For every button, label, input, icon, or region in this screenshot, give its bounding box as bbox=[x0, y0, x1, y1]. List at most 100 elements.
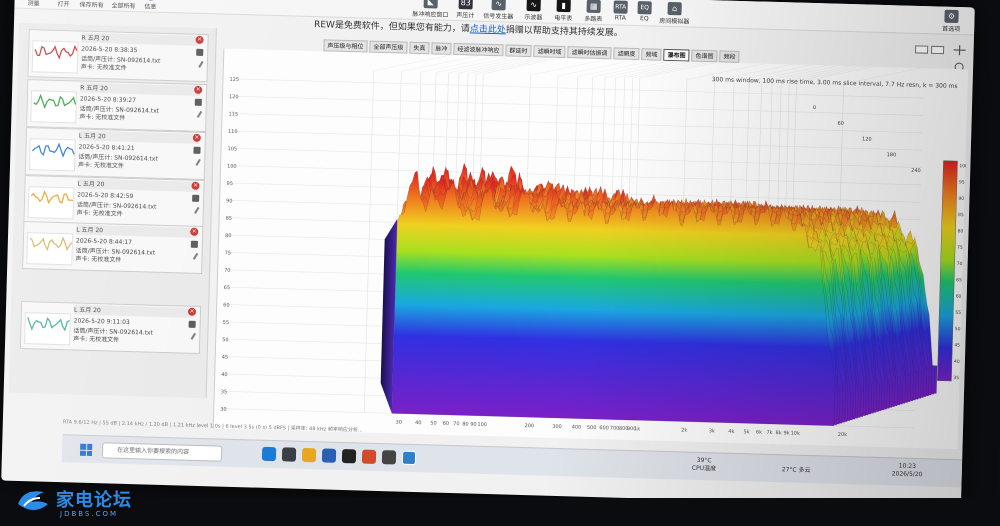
grid-line bbox=[231, 147, 922, 168]
generator-button[interactable]: ∿ 信号发生器 bbox=[480, 0, 517, 22]
y-tick-label: 80 bbox=[225, 233, 232, 239]
save-icon[interactable] bbox=[193, 146, 201, 154]
multimeter-button[interactable]: ▦ 多路表 bbox=[578, 0, 609, 24]
close-icon[interactable]: × bbox=[195, 35, 204, 44]
measurement-name[interactable]: R 五月 20 bbox=[81, 32, 202, 46]
x-tick-label: 50 bbox=[430, 420, 437, 426]
delete-all-button[interactable]: ✕全部所有 bbox=[108, 0, 139, 11]
app-icon-1[interactable] bbox=[361, 449, 377, 464]
measurement-name[interactable]: L 五月 20 bbox=[77, 178, 198, 192]
position-icon[interactable] bbox=[953, 45, 966, 56]
scale-tick-label: 60 bbox=[956, 294, 962, 300]
preferences-button[interactable]: ⚙ 首选项 bbox=[934, 9, 969, 34]
save-all-button[interactable]: ▤保存所有 bbox=[76, 0, 107, 10]
measurement-note: 声卡: 无校准文件 bbox=[80, 63, 127, 72]
donate-link[interactable]: 点击此处 bbox=[470, 24, 506, 35]
eq-icon: EQ bbox=[637, 1, 652, 15]
taskbar-search-input[interactable]: 在这里输入你要搜索的内容 bbox=[101, 442, 223, 462]
rta-button[interactable]: RTA RTA bbox=[608, 0, 633, 25]
start-button[interactable] bbox=[79, 443, 93, 457]
color-scale: 100 95 90 85 80 75 70 65 60 55 50 45 40 35 bbox=[937, 160, 968, 382]
save-icon[interactable] bbox=[194, 98, 202, 106]
waterfall-surface bbox=[380, 162, 938, 426]
level-meter-button[interactable]: ▮ 电平表 bbox=[548, 0, 579, 23]
scroll-icon[interactable] bbox=[914, 45, 929, 54]
close-icon[interactable]: × bbox=[192, 133, 201, 142]
axis-icon[interactable] bbox=[930, 45, 945, 55]
measurement-name[interactable]: L 五月 20 bbox=[73, 304, 195, 318]
info-button[interactable]: i信息 bbox=[138, 0, 163, 12]
measurement-name[interactable]: L 五月 20 bbox=[78, 130, 199, 144]
measurement-item[interactable]: L 五月 20 2026-5-20 8:44:17 话筒/声压计: SN-09261… bbox=[22, 221, 204, 275]
edit-icon[interactable] bbox=[194, 206, 200, 214]
tab-8[interactable]: 滤瞬度 bbox=[613, 47, 640, 61]
tab-1[interactable]: 全部声压级 bbox=[369, 40, 408, 54]
measurement-item[interactable]: R 五月 20 2026-5-20 8:39:27 话筒/声压计: SN-09261… bbox=[26, 79, 208, 133]
weather-widget[interactable]: 27°C 多云 bbox=[782, 464, 811, 474]
tab-9[interactable]: 频域 bbox=[641, 48, 662, 61]
x-tick-label: 400 bbox=[572, 424, 582, 430]
cpu-temp: 39°C CPU温度 bbox=[691, 456, 717, 473]
explorer-icon[interactable] bbox=[281, 447, 297, 462]
tab-3[interactable]: 脉冲 bbox=[431, 42, 452, 55]
scale-tick-label: 100 bbox=[959, 163, 968, 169]
edit-icon[interactable] bbox=[192, 252, 199, 260]
room-sim-button[interactable]: ⌂ 房间模拟器 bbox=[656, 1, 693, 27]
mail-icon[interactable] bbox=[321, 448, 337, 463]
app-icon-2[interactable] bbox=[381, 450, 397, 465]
measure-button[interactable]: ●测量 bbox=[18, 0, 49, 9]
tab-6[interactable]: 滤瞬时域 bbox=[533, 45, 566, 59]
save-icon[interactable] bbox=[196, 48, 204, 56]
watermark-logo: 家电论坛 JDBBS.COM bbox=[12, 482, 152, 526]
y-tick-label: 95 bbox=[226, 181, 233, 187]
close-icon[interactable]: × bbox=[194, 85, 203, 94]
spl-meter-button[interactable]: 83 声压计 bbox=[450, 0, 481, 21]
waterfall-svg: 125 120 115 110 105 100 95 90 85 80 75 70 65 60 55 50 45… bbox=[220, 45, 968, 438]
measurement-item[interactable]: R 五月 20 2026-5-20 8:38:35 话筒/声压计: SN-09261… bbox=[27, 29, 209, 83]
edit-icon[interactable] bbox=[190, 332, 196, 340]
tab-2[interactable]: 失真 bbox=[409, 41, 430, 55]
edge-icon[interactable] bbox=[261, 446, 277, 462]
measurement-name[interactable]: L 五月 20 bbox=[76, 224, 197, 238]
scope-button[interactable]: ∿ 示波器 bbox=[518, 0, 549, 23]
save-icon[interactable] bbox=[190, 240, 198, 248]
x-tick-label: 7k bbox=[766, 430, 772, 436]
folder-icon[interactable] bbox=[301, 447, 317, 463]
edit-icon[interactable] bbox=[196, 110, 203, 118]
y-tick-label: 120 bbox=[229, 94, 239, 100]
edit-icon[interactable] bbox=[198, 60, 204, 68]
y-tick-label: 75 bbox=[225, 250, 232, 256]
eq-button[interactable]: EQ EQ bbox=[632, 1, 657, 26]
scale-tick-label: 55 bbox=[955, 310, 961, 316]
x-tick-label: 90 bbox=[470, 422, 477, 428]
edit-icon[interactable] bbox=[195, 158, 201, 166]
tab-12[interactable]: 频段 bbox=[719, 50, 740, 63]
impulse-window-button[interactable]: ◣ 脉冲响应窗口 bbox=[412, 0, 449, 20]
open-button[interactable]: ▣打开 bbox=[50, 0, 77, 9]
store-icon[interactable] bbox=[341, 449, 357, 464]
tab-5[interactable]: 群延时 bbox=[505, 44, 532, 58]
measurement-item[interactable]: L 五月 20 2026-5-20 9:11:03 话筒/声压计: SN-09261… bbox=[19, 300, 202, 354]
y-tick-label: 100 bbox=[227, 164, 237, 170]
measurement-list: R 五月 20 2026-5-20 8:38:35 话筒/声压计: SN-09261… bbox=[19, 23, 216, 354]
measurement-item[interactable]: L 五月 20 2026-5-20 8:42:59 话筒/声压计: SN-09261… bbox=[23, 175, 205, 229]
x-tick-label: 20k bbox=[838, 432, 848, 438]
measurement-name[interactable]: R 五月 20 bbox=[80, 82, 201, 96]
tab-11[interactable]: 色谱图 bbox=[691, 49, 718, 63]
grid-line bbox=[232, 113, 923, 134]
close-icon[interactable]: × bbox=[187, 307, 197, 316]
x-tick-label: 3k bbox=[709, 428, 715, 434]
x-tick-label: 30 bbox=[395, 419, 402, 425]
x-tick-label: 9k bbox=[783, 430, 789, 436]
close-icon[interactable]: × bbox=[191, 181, 200, 190]
scale-tick-label: 70 bbox=[957, 261, 963, 267]
save-icon[interactable] bbox=[192, 194, 200, 202]
rew-taskbar-icon[interactable] bbox=[401, 450, 417, 466]
close-icon[interactable]: × bbox=[190, 227, 199, 236]
waterfall-graph[interactable]: 300 ms window, 100 ms rise time, 3.00 ms… bbox=[212, 45, 968, 450]
save-icon[interactable] bbox=[188, 320, 196, 328]
tab-10[interactable]: 瀑布图 bbox=[663, 48, 690, 62]
taskbar-clock[interactable]: 10:23 2026/5/20 bbox=[892, 462, 923, 479]
measurement-item[interactable]: L 五月 20 2026-5-20 8:41:21 话筒/声压计: SN-09261… bbox=[24, 127, 207, 181]
x-tick-label: 4k bbox=[728, 429, 734, 435]
